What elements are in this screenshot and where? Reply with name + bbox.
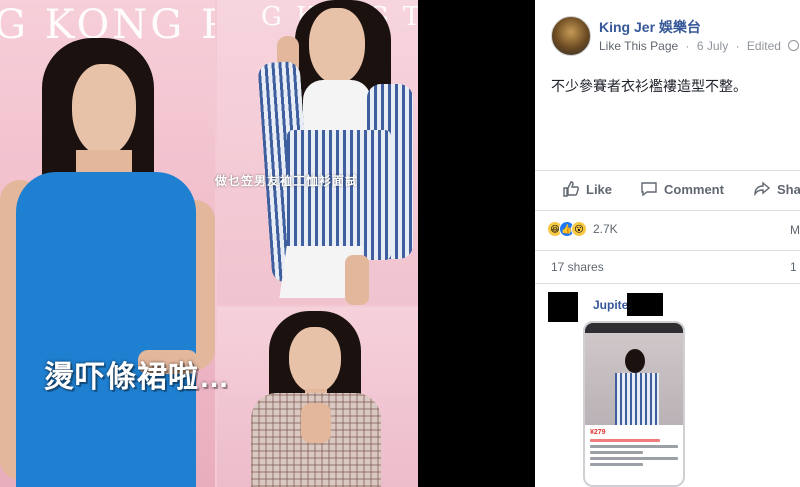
divider: [535, 170, 800, 171]
commenter-name[interactable]: Jupite: [593, 298, 628, 312]
comment-button-label: Comment: [664, 181, 724, 197]
like-button[interactable]: Like: [562, 180, 612, 198]
comment-icon: [641, 182, 657, 197]
divider: [535, 283, 800, 284]
page-name-link[interactable]: King Jer 娛樂台: [599, 17, 701, 37]
page-avatar[interactable]: [551, 16, 591, 56]
post-photo-collage[interactable]: G KONG P G KONG TAG: [0, 0, 418, 487]
like-this-page-link[interactable]: Like This Page: [599, 39, 678, 53]
post-text: 不少參賽者衣衫襤褸造型不整。: [551, 78, 747, 94]
product-photo: [585, 333, 683, 425]
post-date-link[interactable]: 6 July: [697, 39, 728, 53]
photo-caption-big: 燙吓條裙啦…: [44, 361, 230, 394]
comment-screenshot-image[interactable]: ¥279: [583, 321, 685, 487]
product-price: ¥279: [590, 429, 606, 436]
phone-status-bar: [585, 323, 683, 333]
product-listing: ¥279: [585, 425, 683, 485]
photo-bottom-right-plaid-shirt: [217, 307, 418, 487]
post-meta: Like This Page · 6 July · Edited: [599, 39, 800, 53]
wow-reaction-icon: 😮: [571, 221, 587, 237]
reactions-summary[interactable]: 😆 👍 😮 2.7K: [547, 221, 618, 237]
like-button-label: Like: [586, 181, 613, 197]
share-button[interactable]: Sha: [753, 180, 800, 198]
edited-label[interactable]: Edited: [747, 39, 781, 53]
comment-button[interactable]: Comment: [640, 180, 724, 198]
thumbs-up-icon: [563, 181, 579, 197]
share-button-label: Sha: [777, 181, 800, 197]
globe-icon: [788, 40, 800, 51]
photo-left-blue-dress: G KONG P: [0, 0, 215, 487]
share-icon: [754, 181, 771, 197]
photo-top-right-striped-shirt: G KONG TAG: [217, 0, 418, 305]
reaction-count[interactable]: 2.7K: [593, 222, 618, 236]
post-detail-panel: King Jer 娛樂台 Like This Page · 6 July · E…: [535, 0, 800, 487]
shares-count-link[interactable]: 17 shares: [551, 260, 604, 274]
divider: [535, 250, 800, 251]
divider: [535, 210, 800, 211]
truncated-text: M: [790, 223, 800, 237]
truncated-text-2: 1: [790, 260, 797, 274]
photo-caption-small: 做乜笠男友裇工恤衫面試: [215, 174, 359, 188]
commenter-name-redaction: [627, 293, 663, 316]
commenter-avatar-redacted[interactable]: [548, 292, 578, 322]
